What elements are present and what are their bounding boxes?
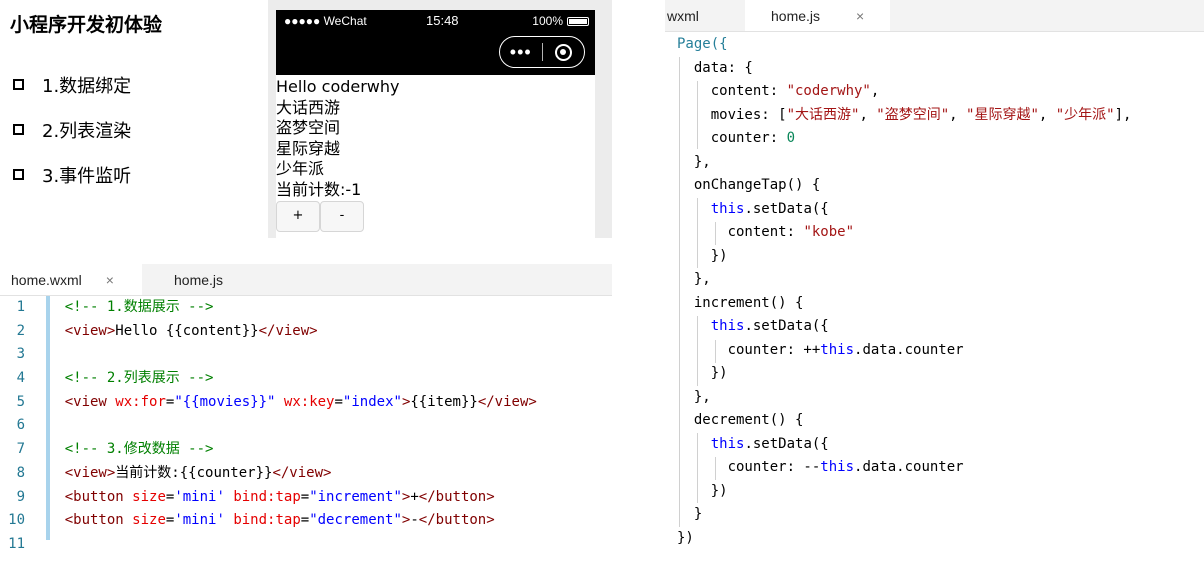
square-bullet-icon (13, 169, 24, 180)
code-line: movies: ["大话西游", "盗梦空间", "星际穿越", "少年派"], (710, 106, 1132, 123)
status-bar: ●●●●● WeChat 15:48 100% ••• (276, 10, 595, 75)
bullet-label: 1.数据绑定 (42, 75, 132, 97)
code-line: 7 <!-- 3.修改数据 --> (16, 441, 214, 458)
close-target-icon[interactable] (542, 43, 584, 61)
code-line: }) (710, 247, 728, 264)
code-line: }, (693, 271, 711, 287)
bullet-item: 1.数据绑定 (10, 62, 131, 107)
code-line: 9 <button size='mini' bind:tap="incremen… (16, 488, 495, 505)
button-row: + - (276, 201, 595, 232)
code-line: }, (693, 153, 711, 170)
tab-wxml[interactable]: wxml (665, 0, 745, 31)
code-line: data: { (693, 59, 753, 76)
close-icon[interactable]: × (106, 272, 114, 288)
code-line: this.setData({ (710, 435, 829, 452)
square-bullet-icon (13, 124, 24, 135)
tab-label: home.wxml (11, 271, 82, 288)
list-item: 少年派 (276, 159, 325, 178)
code-line: 1 <!-- 1.数据展示 --> (16, 299, 214, 315)
wxml-editor-tabbar: home.wxml × home.js (0, 264, 612, 296)
list-item: 星际穿越 (276, 138, 341, 158)
phone-screen: ●●●●● WeChat 15:48 100% ••• Hello coderw… (276, 10, 595, 238)
code-line: counter: ++this.data.counter (727, 341, 964, 358)
code-line: counter: --this.data.counter (727, 459, 964, 475)
miniprogram-capsule: ••• (499, 36, 585, 68)
bullet-item: 3.事件监听 (10, 152, 131, 197)
code-line: this.setData({ (710, 200, 829, 217)
hello-text: Hello coderwhy (276, 77, 400, 96)
code-line: this.setData({ (710, 318, 829, 334)
code-line: }) (710, 365, 728, 381)
code-line: 2 <view>Hello {{content}}</view> (16, 322, 318, 339)
tab-home-wxml[interactable]: home.wxml × (0, 264, 142, 295)
list-item: 盗梦空间 (276, 118, 341, 137)
code-line: 5 <view wx:for="{{movies}}" wx:key="inde… (16, 393, 537, 410)
code-line: content: "coderwhy", (710, 83, 880, 99)
js-code: Page({ data: { content: "coderwhy", movi… (677, 33, 1204, 550)
close-icon[interactable]: × (856, 8, 864, 24)
square-bullet-icon (13, 79, 24, 90)
code-line: counter: 0 (710, 130, 796, 146)
bullet-list: 1.数据绑定 2.列表渲染 3.事件监听 (10, 62, 131, 197)
clock: 15:48 (426, 13, 459, 28)
battery-indicator: 100% (532, 14, 589, 28)
code-line: 8 <view>当前计数:{{counter}}</view> (16, 464, 332, 481)
more-dots-icon[interactable]: ••• (500, 43, 542, 61)
counter-text: 当前计数:-1 (276, 179, 362, 199)
code-line: decrement() { (693, 412, 804, 428)
wxml-code: 1 <!-- 1.数据展示 --> 2 <view>Hello {{conten… (0, 296, 612, 557)
code-line: 4 <!-- 2.列表展示 --> (16, 370, 214, 387)
capsule-divider (541, 43, 543, 61)
battery-icon (567, 16, 589, 26)
tab-label: home.js (174, 271, 224, 288)
code-line: 3 (16, 346, 25, 363)
bullet-item: 2.列表渲染 (10, 107, 131, 152)
list-item: 大话西游 (276, 97, 341, 117)
code-line: increment() { (693, 294, 804, 311)
code-line: } (693, 506, 703, 522)
bullet-label: 2.列表渲染 (42, 120, 132, 142)
code-line: 10 <button size='mini' bind:tap="decreme… (8, 512, 495, 529)
code-line: 11 (8, 535, 25, 552)
code-line: onChangeTap() { (693, 177, 821, 193)
tab-label: wxml (667, 7, 699, 24)
code-line: }) (677, 529, 694, 546)
code-line: Page({ (677, 36, 728, 52)
code-line: }, (693, 388, 711, 405)
code-line: 6 (16, 417, 25, 434)
tab-home-js-active[interactable]: home.js × (745, 0, 890, 31)
battery-percent: 100% (532, 14, 563, 28)
increment-button[interactable]: + (276, 201, 320, 232)
code-line: }) (710, 482, 728, 499)
decrement-button[interactable]: - (320, 201, 364, 232)
tab-home-js[interactable]: home.js (142, 264, 223, 295)
slide-title: 小程序开发初体验 (10, 14, 163, 36)
page-content: Hello coderwhy 大话西游 盗梦空间 星际穿越 少年派 当前计数:-… (276, 77, 595, 232)
carrier-label: ●●●●● WeChat (284, 14, 367, 28)
js-editor-tabbar: wxml home.js × (665, 0, 1204, 32)
bullet-label: 3.事件监听 (42, 165, 132, 187)
phone-simulator: ●●●●● WeChat 15:48 100% ••• Hello coderw… (268, 0, 612, 238)
code-line: content: "kobe" (727, 224, 855, 240)
tab-label: home.js (771, 7, 821, 24)
